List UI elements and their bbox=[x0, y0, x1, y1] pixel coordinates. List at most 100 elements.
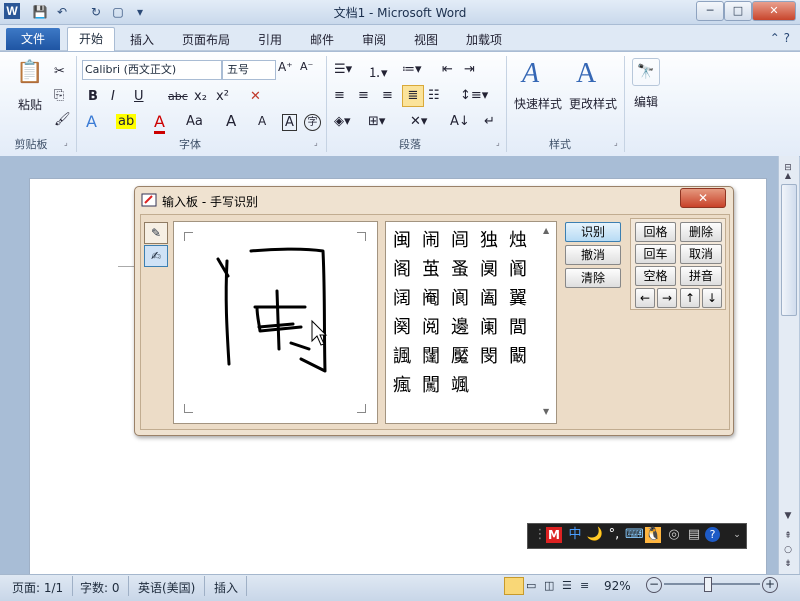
distributed-icon[interactable]: ☷ bbox=[428, 88, 440, 103]
ime-keyboard-icon[interactable]: ⌨ bbox=[625, 527, 644, 543]
zoom-level[interactable]: 92% bbox=[604, 579, 631, 593]
handwriting-mode-icon[interactable]: ✎ bbox=[144, 222, 168, 244]
binoculars-icon[interactable]: 🔭 bbox=[632, 58, 660, 86]
arrow-right-button[interactable]: → bbox=[657, 288, 677, 308]
zoom-slider-thumb[interactable] bbox=[704, 577, 712, 592]
ime-options-icon[interactable]: ⌄ bbox=[728, 527, 746, 543]
maximize-button[interactable]: □ bbox=[724, 1, 752, 21]
zoom-in-button[interactable]: + bbox=[762, 577, 778, 593]
candidate-character[interactable]: 諷 bbox=[389, 342, 415, 368]
candidate-character[interactable]: 阉 bbox=[418, 284, 444, 310]
candidate-character[interactable]: 阕 bbox=[389, 313, 415, 339]
candidate-character[interactable]: 阔 bbox=[389, 284, 415, 310]
print-layout-view-icon[interactable] bbox=[504, 577, 524, 595]
tab-home[interactable]: 开始 bbox=[67, 27, 115, 52]
align-right-icon[interactable]: ≡ bbox=[382, 88, 393, 103]
minimize-button[interactable]: ─ bbox=[696, 1, 724, 21]
backspace-button[interactable]: 回格 bbox=[635, 222, 676, 242]
candidate-character[interactable]: 阆 bbox=[447, 284, 473, 310]
shrink-font-icon[interactable]: A⁻ bbox=[300, 60, 313, 73]
tab-page-layout[interactable]: 页面布局 bbox=[182, 31, 230, 48]
ime-punctuation-icon[interactable]: °, bbox=[605, 527, 623, 543]
candidate-character[interactable]: 闖 bbox=[418, 371, 444, 397]
candidate-character[interactable]: 茧 bbox=[418, 255, 444, 281]
space-button[interactable]: 空格 bbox=[635, 266, 676, 286]
tab-references[interactable]: 引用 bbox=[258, 31, 282, 48]
candidate-character[interactable]: 阍 bbox=[505, 255, 531, 281]
borders-icon[interactable]: ⊞▾ bbox=[368, 114, 385, 129]
arrow-down-button[interactable]: ↓ bbox=[702, 288, 722, 308]
full-screen-view-icon[interactable]: ▭ bbox=[526, 579, 536, 592]
pinyin-button[interactable]: 拼音 bbox=[680, 266, 722, 286]
ime-logo-icon[interactable]: M bbox=[546, 527, 562, 543]
ime-tools-icon[interactable]: ◎ bbox=[665, 527, 683, 543]
line-spacing-icon[interactable]: ↕≡▾ bbox=[460, 88, 488, 103]
candidate-character[interactable]: 闞 bbox=[505, 342, 531, 368]
candidate-character[interactable]: 闽 bbox=[389, 226, 415, 252]
quick-styles-icon[interactable]: A bbox=[522, 58, 539, 90]
candidate-character[interactable]: 闾 bbox=[447, 226, 473, 252]
candidate-character[interactable]: 闥 bbox=[418, 342, 444, 368]
font-size-box[interactable]: 五号 bbox=[222, 60, 276, 80]
bold-button[interactable]: B bbox=[88, 89, 98, 104]
tab-addins[interactable]: 加载项 bbox=[466, 31, 502, 48]
outline-view-icon[interactable]: ☰ bbox=[562, 579, 572, 592]
cut-icon[interactable]: ✂ bbox=[54, 64, 65, 79]
candidate-character[interactable]: 阒 bbox=[476, 255, 502, 281]
insert-mode[interactable]: 插入 bbox=[214, 579, 238, 596]
paragraph-launcher-icon[interactable]: ⌟ bbox=[496, 138, 500, 147]
numbering-icon[interactable]: ⒈▾ bbox=[368, 62, 388, 81]
change-case-button[interactable]: Aa bbox=[186, 114, 203, 129]
candidate-character[interactable]: 蚤 bbox=[447, 255, 473, 281]
candidate-character[interactable]: 瘋 bbox=[389, 371, 415, 397]
justify-icon[interactable]: ≣ bbox=[402, 85, 424, 107]
ime-help-icon[interactable]: ? bbox=[705, 527, 720, 542]
candidate-character[interactable]: 閔 bbox=[476, 342, 502, 368]
styles-launcher-icon[interactable]: ⌟ bbox=[614, 138, 618, 147]
clipboard-launcher-icon[interactable]: ⌟ bbox=[64, 138, 68, 147]
underline-button[interactable]: U bbox=[134, 89, 144, 104]
candidate-character[interactable]: 阖 bbox=[476, 284, 502, 310]
font-name-box[interactable]: Calibri (西文正文) bbox=[82, 60, 222, 80]
candidate-character[interactable]: 阅 bbox=[418, 313, 444, 339]
candidate-scroll-up-icon[interactable]: ▲ bbox=[543, 226, 549, 235]
web-layout-view-icon[interactable]: ◫ bbox=[544, 579, 554, 592]
recognize-button[interactable]: 识别 bbox=[565, 222, 621, 242]
strikethrough-button[interactable]: abc bbox=[168, 90, 188, 103]
candidate-character[interactable]: 閭 bbox=[505, 313, 531, 339]
show-marks-icon[interactable]: ↵ bbox=[484, 114, 495, 129]
tab-review[interactable]: 审阅 bbox=[362, 31, 386, 48]
sort-icon[interactable]: A↓ bbox=[450, 114, 470, 129]
language-indicator[interactable]: 英语(美国) bbox=[138, 579, 195, 596]
paste-icon[interactable]: 📋 bbox=[16, 60, 44, 90]
decrease-indent-icon[interactable]: ⇤ bbox=[442, 62, 453, 77]
cancel-button[interactable]: 取消 bbox=[680, 244, 722, 264]
handwriting-recognition-icon[interactable]: ✍ bbox=[144, 245, 168, 267]
bullets-icon[interactable]: ☰▾ bbox=[334, 62, 352, 77]
candidate-character[interactable]: 阁 bbox=[389, 255, 415, 281]
tab-file[interactable]: 文件 bbox=[6, 28, 60, 50]
page-count[interactable]: 页面: 1/1 bbox=[12, 579, 63, 596]
candidate-character[interactable]: 独 bbox=[476, 226, 502, 252]
help-icon[interactable]: ⌃ ? bbox=[770, 31, 790, 45]
undo-button[interactable]: 撤消 bbox=[565, 245, 621, 265]
align-left-icon[interactable]: ≡ bbox=[334, 88, 345, 103]
candidate-character[interactable]: 翼 bbox=[505, 284, 531, 310]
ime-settings-icon[interactable]: ▤ bbox=[685, 527, 703, 543]
next-page-icon[interactable]: ⇟ bbox=[780, 556, 796, 572]
candidate-scroll-down-icon[interactable]: ▼ bbox=[543, 407, 549, 416]
increase-indent-icon[interactable]: ⇥ bbox=[464, 62, 475, 77]
candidate-character[interactable]: 颯 bbox=[447, 371, 473, 397]
arrow-left-button[interactable]: ← bbox=[635, 288, 655, 308]
word-count[interactable]: 字数: 0 bbox=[80, 579, 120, 596]
character-border-button[interactable]: A bbox=[282, 114, 297, 131]
highlight-button[interactable]: ab bbox=[116, 114, 137, 129]
input-panel-close-button[interactable]: ✕ bbox=[680, 188, 726, 208]
italic-button[interactable]: I bbox=[111, 89, 115, 104]
subscript-button[interactable]: x₂ bbox=[194, 89, 207, 104]
candidate-character[interactable]: 阑 bbox=[476, 313, 502, 339]
clear-formatting-button[interactable]: ✕ bbox=[250, 89, 261, 104]
superscript-button[interactable]: x² bbox=[216, 89, 229, 104]
delete-button[interactable]: 删除 bbox=[680, 222, 722, 242]
candidate-character[interactable]: 魘 bbox=[447, 342, 473, 368]
